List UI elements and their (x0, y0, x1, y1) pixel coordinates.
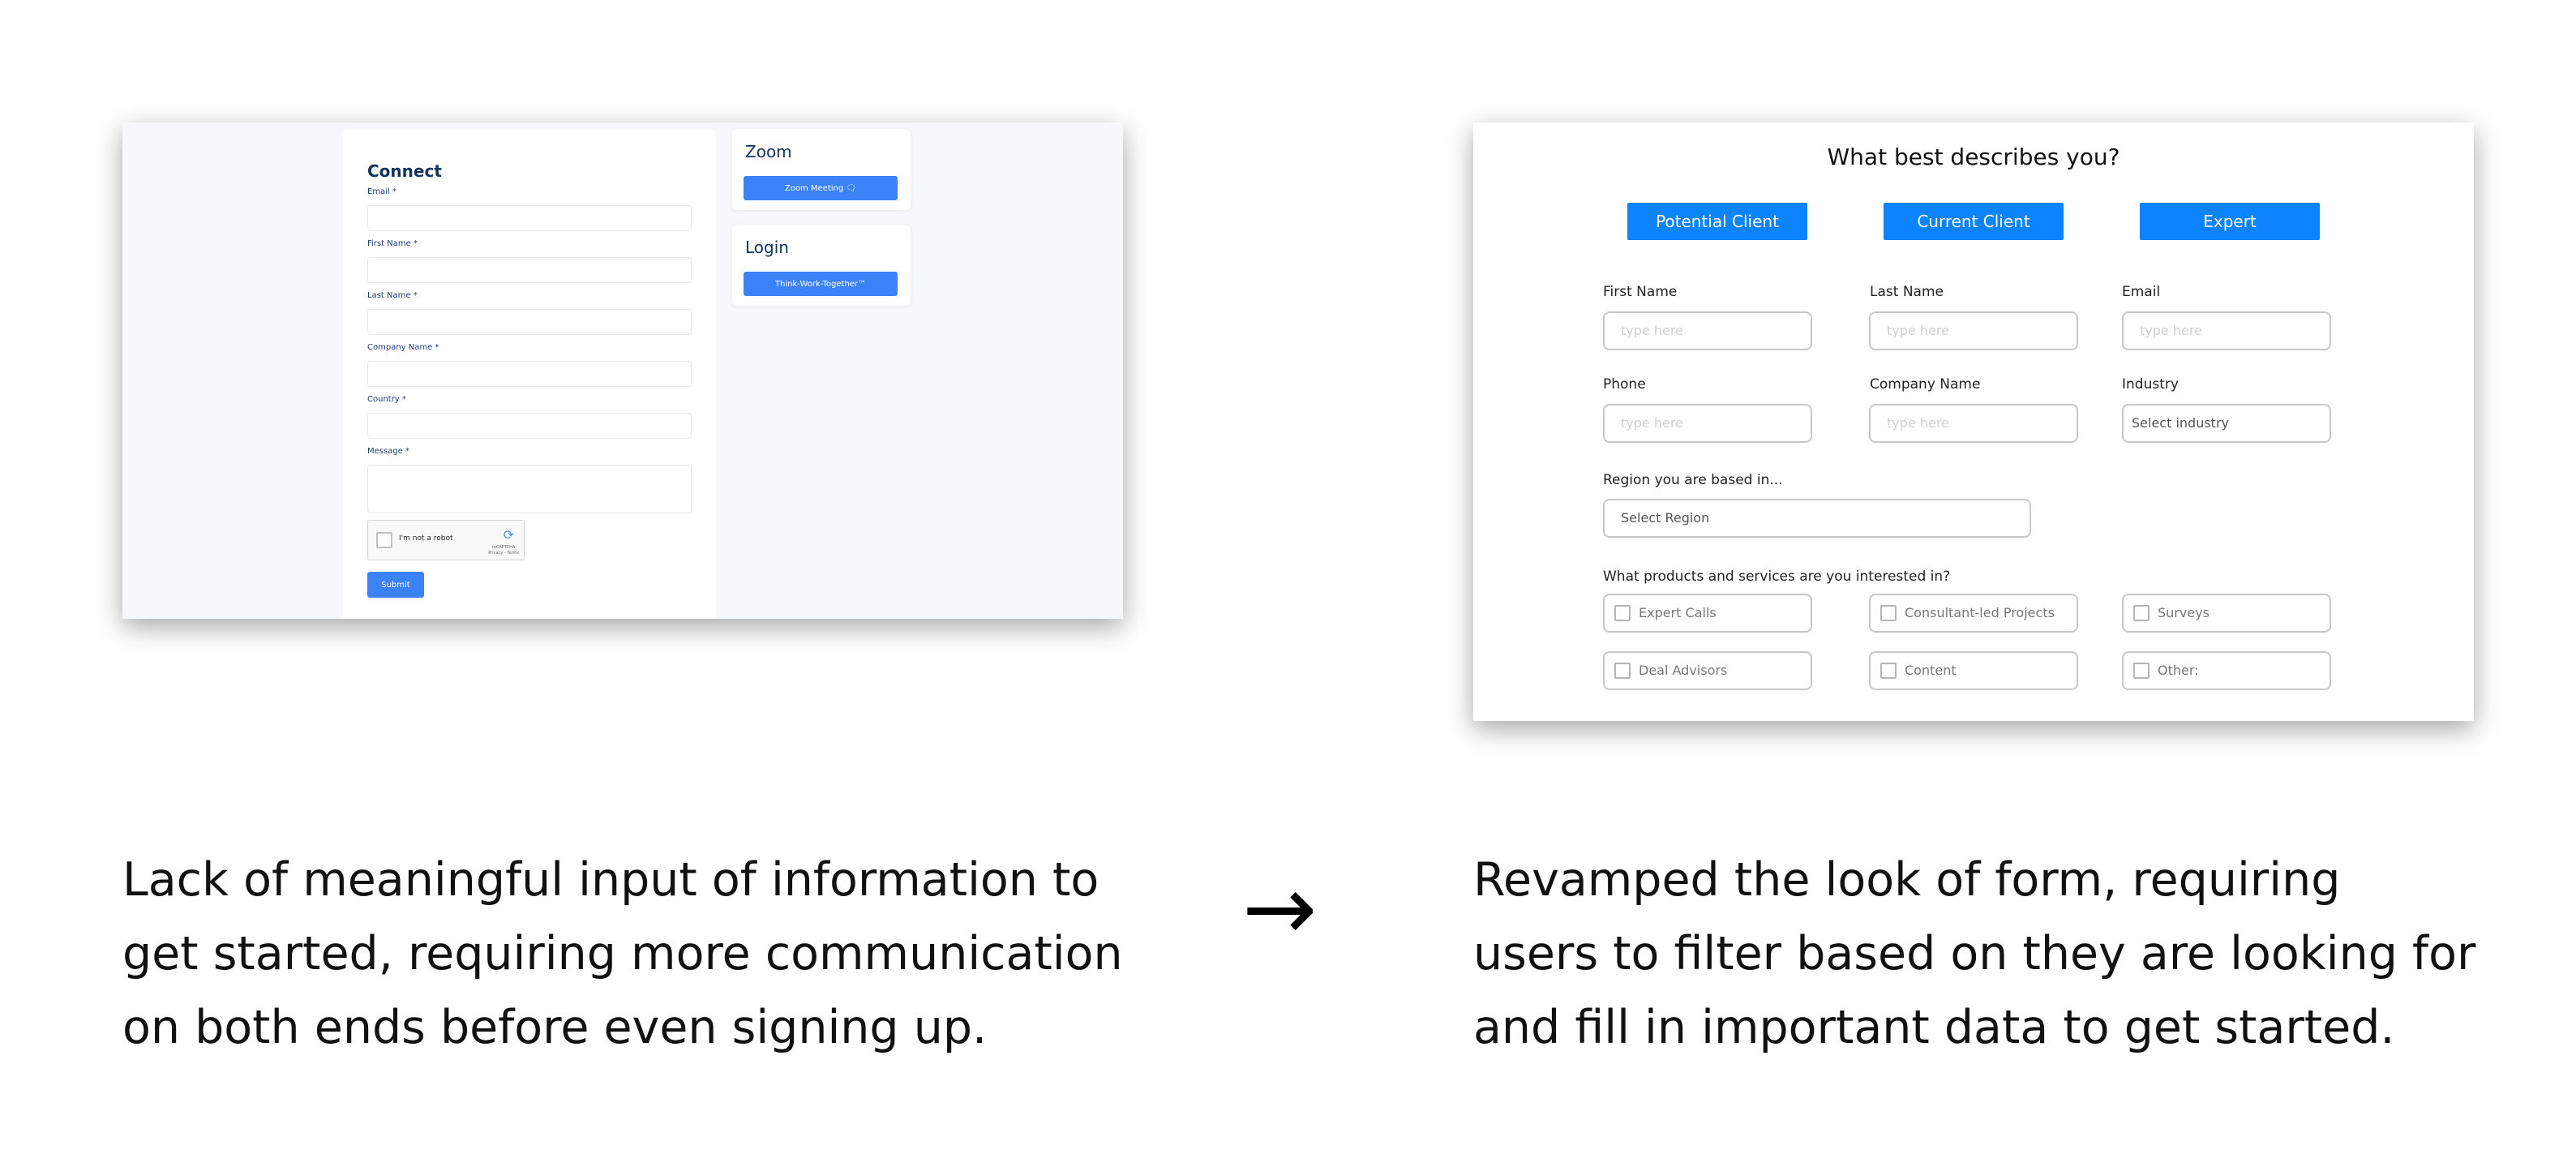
option-expert-calls[interactable]: Expert Calls (1603, 594, 1812, 633)
last-name-input[interactable] (367, 309, 692, 335)
email-label: Email * (367, 187, 396, 196)
option-other[interactable]: Other: (2122, 651, 2331, 690)
email-input[interactable] (367, 205, 692, 231)
message-label: Message * (367, 447, 410, 456)
option-surveys[interactable]: Surveys (2122, 594, 2331, 633)
submit-button[interactable]: Submit (367, 572, 424, 598)
first-name-input[interactable] (367, 257, 692, 283)
recaptcha-label: I'm not a robot (399, 534, 453, 543)
zoom-meeting-button[interactable]: Zoom Meeting 🗨 (744, 176, 898, 200)
zoom-card: Zoom Zoom Meeting 🗨 (732, 129, 911, 210)
zoom-title: Zoom (745, 142, 792, 161)
region-select[interactable]: Select Region (1603, 499, 2031, 538)
region-label: Region you are based in... (1603, 472, 1783, 488)
after-caption: Revamped the look of form, requiring use… (1473, 853, 2476, 1054)
checkbox[interactable] (2133, 663, 2150, 679)
option-label: Consultant-led Projects (1905, 605, 2055, 620)
connect-title: Connect (367, 161, 442, 181)
recaptcha-brand-text: reCAPTCHA (491, 545, 516, 550)
first-name-field: First Name * (367, 239, 692, 283)
first-name-input[interactable]: type here (1603, 311, 1812, 350)
checkbox[interactable] (1614, 663, 1631, 679)
option-label: Surveys (2158, 605, 2210, 620)
last-name-label: Last Name (1870, 284, 1944, 300)
checkbox[interactable] (1880, 663, 1897, 679)
company-name-field: Company Name * (367, 343, 692, 387)
think-work-together-button[interactable]: Think-Work-Together™ (744, 272, 898, 296)
option-label: Expert Calls (1639, 605, 1717, 620)
recaptcha-brand: reCAPTCHA Privacy - Terms (488, 545, 519, 556)
company-name-label: Company Name * (367, 343, 439, 352)
potential-client-button[interactable]: Potential Client (1627, 203, 1807, 240)
country-field: Country * (367, 395, 692, 439)
option-label: Content (1905, 663, 1957, 678)
last-name-field: Last Name * (367, 291, 692, 335)
expert-button[interactable]: Expert (2140, 203, 2320, 240)
company-name-input[interactable] (367, 361, 692, 387)
phone-input[interactable]: type here (1603, 404, 1812, 443)
last-name-input[interactable]: type here (1869, 311, 2078, 350)
first-name-label: First Name * (367, 239, 418, 248)
first-name-label: First Name (1603, 284, 1678, 300)
option-content[interactable]: Content (1869, 651, 2078, 690)
industry-select[interactable]: Select industry (2122, 404, 2331, 443)
checkbox[interactable] (2133, 605, 2150, 621)
option-consultant-led-projects[interactable]: Consultant-led Projects (1869, 594, 2078, 633)
option-deal-advisors[interactable]: Deal Advisors (1603, 651, 1812, 690)
company-name-label: Company Name (1870, 376, 1981, 393)
message-textarea[interactable] (367, 465, 692, 513)
login-title: Login (745, 238, 789, 257)
connect-form-card: Connect Email * First Name * Last Name *… (343, 129, 716, 619)
email-input[interactable]: type here (2122, 311, 2331, 350)
login-card: Login Think-Work-Together™ (732, 225, 911, 306)
new-form-screenshot: What best describes you? Potential Clien… (1473, 122, 2474, 721)
arrow-right-icon: → (1242, 856, 1318, 960)
new-form-title: What best describes you? (1827, 144, 2120, 170)
recaptcha-terms-text[interactable]: Privacy - Terms (488, 551, 519, 556)
email-field: Email * (367, 187, 692, 231)
current-client-button[interactable]: Current Client (1884, 203, 2064, 240)
before-caption: Lack of meaningful input of information … (122, 853, 1123, 1054)
option-label: Deal Advisors (1639, 663, 1728, 678)
old-form-screenshot: Connect Email * First Name * Last Name *… (122, 122, 1123, 619)
last-name-label: Last Name * (367, 291, 418, 300)
recaptcha-checkbox[interactable] (376, 532, 392, 548)
industry-label: Industry (2122, 376, 2179, 393)
checkbox[interactable] (1614, 605, 1631, 621)
products-label: What products and services are you inter… (1603, 569, 1951, 585)
phone-label: Phone (1603, 376, 1646, 393)
country-label: Country * (367, 395, 406, 404)
recaptcha-widget: I'm not a robot ⟳ reCAPTCHA Privacy - Te… (367, 520, 525, 560)
option-label: Other: (2158, 663, 2199, 678)
email-label: Email (2122, 284, 2161, 300)
recaptcha-icon: ⟳ (503, 527, 514, 543)
checkbox[interactable] (1880, 605, 1897, 621)
message-field: Message * (367, 447, 692, 513)
company-name-input[interactable]: type here (1869, 404, 2078, 443)
country-input[interactable] (367, 413, 692, 439)
